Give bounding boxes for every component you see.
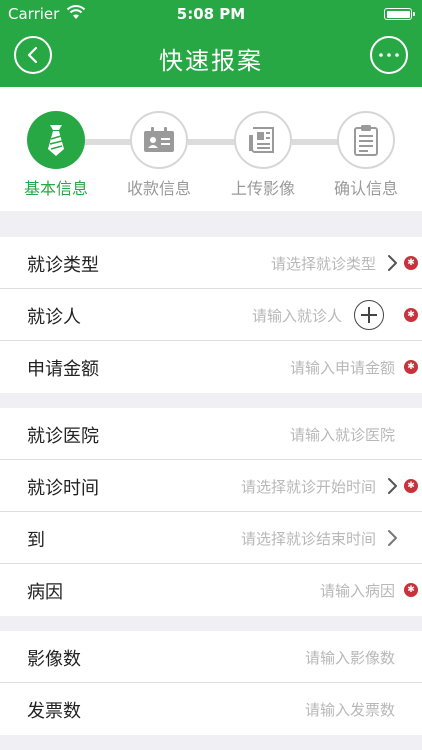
add-patient-icon[interactable] [354,300,384,330]
row-invoice-count[interactable]: 发票数 请输入发票数 [0,683,422,735]
row-amount[interactable]: 申请金额 请输入申请金额 ✱ [0,341,422,393]
step-label: 上传影像 [230,179,295,198]
amount-input[interactable]: 请输入申请金额 [290,357,395,378]
required-icon: ✱ [404,256,418,270]
amount-label: 申请金额 [27,359,99,380]
more-icon [379,53,399,57]
header: Carrier 5:08 PM 快速报案 [0,0,422,87]
row-hospital[interactable]: 就诊医院 请输入就诊医院 [0,408,422,460]
image-count-input[interactable]: 请输入影像数 [305,647,395,668]
image-count-label: 影像数 [27,649,81,670]
step-circle [27,111,85,169]
more-button[interactable] [370,36,408,74]
visit-start-time-select[interactable]: 请选择就诊开始时间 [241,476,376,497]
step-circle [234,111,292,169]
patient-label: 就诊人 [27,307,81,328]
step-label: 收款信息 [126,179,191,198]
chevron-right-icon [388,530,397,546]
chevron-right-icon [388,255,397,271]
required-icon: ✱ [404,479,418,493]
step-circle [130,111,188,169]
step-label: 确认信息 [333,179,398,198]
row-cause[interactable]: 病因 请输入病因 ✱ [0,564,422,616]
hospital-label: 就诊医院 [27,426,99,447]
clipboard-icon [354,125,378,156]
hospital-input[interactable]: 请输入就诊医院 [290,424,395,445]
row-patient[interactable]: 就诊人 请输入就诊人 ✱ [0,289,422,341]
id-card-icon [144,127,174,152]
patient-input[interactable]: 请输入就诊人 [252,305,342,326]
step-payment-info[interactable]: 收款信息 [114,111,204,199]
cause-label: 病因 [27,582,63,603]
row-image-count[interactable]: 影像数 请输入影像数 [0,631,422,683]
step-label: 基本信息 [23,179,88,198]
status-time: 5:08 PM [176,5,246,23]
newspaper-icon [249,127,274,153]
page-title: 快速报案 [159,47,263,75]
visit-type-label: 就诊类型 [27,255,99,276]
row-visit-type[interactable]: 就诊类型 请选择就诊类型 ✱ [0,237,422,289]
status-bar: Carrier 5:08 PM [0,0,422,28]
visit-end-label: 到 [27,530,45,551]
row-visit-time[interactable]: 就诊时间 请选择就诊开始时间 ✱ [0,460,422,512]
required-icon: ✱ [404,308,418,322]
visit-time-label: 就诊时间 [27,478,99,499]
step-circle [337,111,395,169]
invoice-count-input[interactable]: 请输入发票数 [305,699,395,720]
visit-end-time-select[interactable]: 请选择就诊结束时间 [241,528,376,549]
step-confirm-info[interactable]: 确认信息 [321,111,411,199]
visit-type-select[interactable]: 请选择就诊类型 [271,253,376,274]
tie-icon [48,125,64,156]
required-icon: ✱ [404,583,418,597]
required-icon: ✱ [404,360,418,374]
step-basic-info[interactable]: 基本信息 [11,111,101,199]
row-visit-end[interactable]: 到 请选择就诊结束时间 [0,512,422,564]
chevron-right-icon [388,478,397,494]
invoice-count-label: 发票数 [27,701,81,722]
step-progress: 基本信息 收款信息 上传影像 确认信息 [0,87,422,211]
step-upload-images[interactable]: 上传影像 [218,111,308,199]
cause-input[interactable]: 请输入病因 [320,580,395,601]
battery-icon [384,8,415,20]
